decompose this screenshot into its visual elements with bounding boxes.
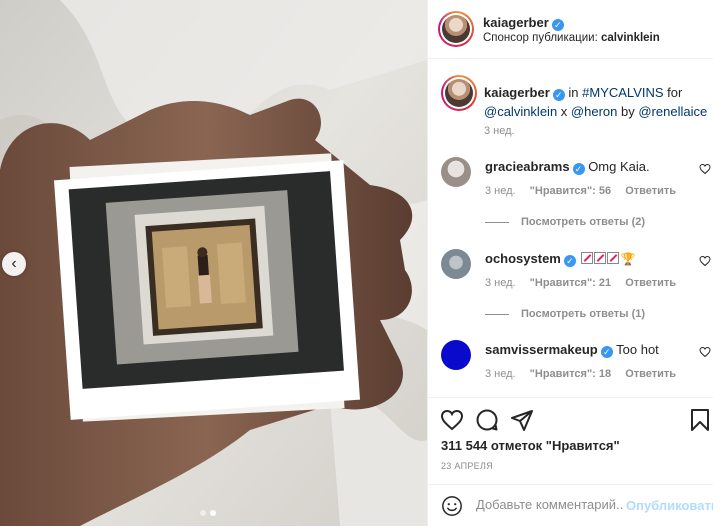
reply-button[interactable]: Ответить: [625, 368, 676, 380]
caption-by: by: [621, 104, 635, 119]
comment-likes[interactable]: "Нравится": 56: [530, 185, 611, 197]
comment-username[interactable]: ochosystem: [485, 251, 561, 266]
verified-icon: ✓: [552, 89, 565, 101]
caption-username[interactable]: kaiagerber: [484, 85, 550, 100]
chevron-left-icon[interactable]: ‹: [2, 252, 26, 276]
sponsor-line: Спонсор публикации: calvinklein: [483, 32, 660, 44]
cross-mark-emoji-icon: [580, 252, 593, 264]
carousel-dots: [200, 510, 216, 516]
comment-meta: 3 нед. "Нравится": 21 Ответить: [485, 277, 687, 289]
comment-input[interactable]: [476, 497, 624, 512]
caption-x: x: [560, 104, 568, 119]
post-header: kaiagerber ✓ Спонсор публикации: calvinkl…: [428, 0, 713, 59]
comment-likes[interactable]: "Нравится": 18: [530, 368, 611, 380]
comment-meta: 3 нед. "Нравится": 18 Ответить: [485, 368, 687, 380]
comment-text: ochosystem ✓ 🏆: [485, 251, 635, 267]
comment-text: samvissermakeup ✓ Too hot: [485, 342, 659, 358]
caption-time[interactable]: 3 нед.: [484, 125, 515, 137]
smile-icon[interactable]: [441, 495, 463, 517]
carousel-dot: [200, 510, 206, 516]
comment-time[interactable]: 3 нед.: [485, 277, 516, 289]
heart-icon[interactable]: [699, 163, 711, 175]
comment-username[interactable]: samvissermakeup: [485, 342, 598, 357]
hashtag-link[interactable]: #MYCALVINS: [582, 85, 663, 100]
cross-mark-emoji-icon: [606, 252, 619, 264]
comment-body: Too hot: [616, 342, 659, 357]
caption-for: for: [667, 85, 683, 100]
verified-icon: ✓: [600, 346, 613, 358]
header-username[interactable]: kaiagerber: [483, 15, 549, 30]
avatar[interactable]: [441, 157, 471, 187]
heart-icon[interactable]: [440, 408, 464, 432]
send-icon[interactable]: [510, 408, 534, 432]
likes-count[interactable]: 311 544 отметок "Нравится": [441, 438, 620, 453]
verified-icon: ✓: [551, 19, 564, 31]
view-replies-button[interactable]: Посмотреть ответы (1): [485, 308, 645, 320]
view-replies-button[interactable]: Посмотреть ответы (2): [485, 216, 645, 228]
heart-icon[interactable]: [699, 346, 711, 358]
add-comment-bar: Опубликовать: [428, 484, 713, 527]
action-bar: 311 544 отметок "Нравится" 23 АПРЕЛЯ Опу…: [428, 397, 713, 526]
sponsor-name[interactable]: calvinklein: [601, 32, 660, 44]
heart-icon[interactable]: [699, 255, 711, 267]
caption-text: kaiagerber ✓ in #MYCALVINS for @calvinkle…: [484, 83, 709, 121]
comment-text: gracieabrams ✓ Omg Kaia.: [485, 159, 650, 175]
post-date[interactable]: 23 АПРЕЛЯ: [441, 461, 493, 471]
mention-link[interactable]: @renellaice: [638, 104, 707, 119]
avatar[interactable]: [441, 340, 471, 370]
avatar[interactable]: [441, 249, 471, 279]
verified-icon: ✓: [563, 255, 576, 267]
avatar[interactable]: [438, 11, 474, 47]
sponsor-label: Спонсор публикации:: [483, 32, 598, 44]
comment-time[interactable]: 3 нед.: [485, 185, 516, 197]
post-panel: kaiagerber ✓ Спонсор публикации: calvinkl…: [427, 0, 713, 526]
publish-button[interactable]: Опубликовать: [626, 498, 713, 513]
mention-link[interactable]: @heron: [571, 104, 617, 119]
caption-avatar[interactable]: [441, 75, 477, 111]
reply-button[interactable]: Ответить: [625, 185, 676, 197]
reply-button[interactable]: Ответить: [625, 277, 676, 289]
comment-likes[interactable]: "Нравится": 21: [530, 277, 611, 289]
comment-icon[interactable]: [475, 408, 499, 432]
bookmark-icon[interactable]: [688, 408, 712, 432]
verified-icon: ✓: [572, 163, 585, 175]
comment-time[interactable]: 3 нед.: [485, 368, 516, 380]
mention-link[interactable]: @calvinklein: [484, 104, 557, 119]
comment-username[interactable]: gracieabrams: [485, 159, 570, 174]
cross-mark-emoji-icon: [593, 252, 606, 264]
post-photo[interactable]: ‹: [0, 0, 427, 526]
trophy-emoji-icon: 🏆: [620, 252, 636, 266]
carousel-dot-active: [210, 510, 216, 516]
photo-hand-polaroid: [0, 0, 427, 526]
caption-in: in: [568, 85, 579, 100]
comment-body: Omg Kaia.: [588, 159, 650, 174]
comment-meta: 3 нед. "Нравится": 56 Ответить: [485, 185, 687, 197]
